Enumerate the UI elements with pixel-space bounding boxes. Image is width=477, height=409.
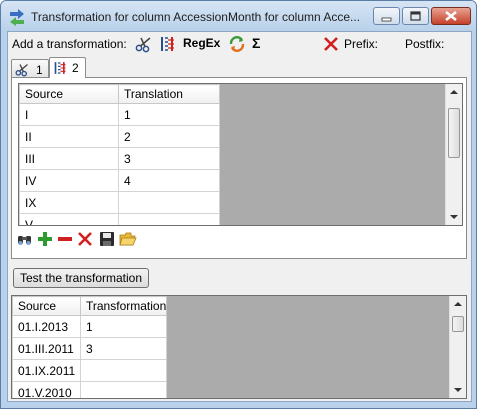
translation-icon	[54, 62, 66, 74]
dialog-window: Transformation for column AccessionMonth…	[0, 0, 477, 409]
scissors-icon[interactable]	[135, 35, 153, 53]
translation-tab-panel: Source Translation I 1 II 2 III 3 IV 4 I…	[11, 77, 467, 259]
scroll-down-arrow-icon[interactable]	[450, 215, 458, 219]
prefix-label: Prefix:	[344, 37, 379, 51]
open-folder-icon[interactable]	[119, 230, 137, 248]
table-row[interactable]: II 2	[19, 125, 220, 148]
source-cell[interactable]: V	[19, 213, 119, 225]
table-row[interactable]: 01.I.2013 1	[12, 315, 168, 338]
sum-button[interactable]: Σ	[252, 35, 260, 51]
postfix-label: Postfix:	[405, 37, 445, 51]
translation-cell[interactable]: 2	[118, 125, 220, 148]
column-header-source[interactable]: Source	[19, 84, 119, 104]
tab-1-label: 1	[36, 63, 43, 77]
translation-grid[interactable]: Source Translation I 1 II 2 III 3 IV 4 I…	[18, 83, 463, 226]
minimize-button[interactable]	[373, 7, 400, 25]
table-row[interactable]: IV 4	[19, 169, 220, 192]
transformation-toolbar: Add a transformation: RegEx Σ Prefix: Po…	[8, 32, 471, 54]
close-button[interactable]	[431, 7, 471, 25]
translation-cell[interactable]: 4	[118, 169, 220, 192]
result-table: Source Transformation 01.I.2013 1 01.III…	[12, 296, 168, 398]
remove-icon[interactable]	[56, 230, 74, 248]
table-row[interactable]: 01.III.2011 3	[12, 337, 168, 360]
translation-cell[interactable]: 3	[118, 147, 220, 170]
close-icon	[445, 10, 457, 22]
add-icon[interactable]	[36, 230, 54, 248]
table-row[interactable]: 01.IX.2011	[12, 359, 168, 382]
translation-icon[interactable]	[159, 35, 177, 53]
table-row[interactable]: IX	[19, 191, 220, 214]
table-row[interactable]: III 3	[19, 147, 220, 170]
grid-tools-bar	[16, 230, 316, 250]
window-title: Transformation for column AccessionMonth…	[31, 10, 361, 24]
scissors-icon	[15, 63, 28, 77]
result-transformation-cell[interactable]: 3	[79, 337, 168, 360]
test-transformation-button[interactable]: Test the transformation	[13, 268, 149, 288]
translation-grid-scrollbar[interactable]	[445, 84, 462, 225]
tab-1[interactable]: 1	[11, 59, 49, 77]
result-transformation-cell[interactable]	[79, 359, 168, 382]
maximize-icon	[410, 11, 421, 21]
translation-cell[interactable]: 1	[118, 103, 220, 126]
result-grid[interactable]: Source Transformation 01.I.2013 1 01.III…	[11, 295, 467, 399]
translation-cell[interactable]	[118, 213, 220, 225]
source-cell[interactable]: III	[19, 147, 119, 170]
table-row[interactable]: 01.V.2010	[12, 381, 168, 398]
table-header-row: Source Transformation	[12, 296, 168, 316]
result-source-cell[interactable]: 01.I.2013	[12, 315, 81, 338]
table-row[interactable]: V	[19, 213, 220, 225]
dialog-client-area: Add a transformation: RegEx Σ Prefix: Po…	[7, 31, 472, 402]
source-cell[interactable]: IV	[19, 169, 119, 192]
column-header-transformation[interactable]: Transformation	[79, 296, 168, 316]
result-grid-scrollbar[interactable]	[449, 296, 466, 398]
find-icon[interactable]	[16, 230, 34, 248]
scroll-thumb[interactable]	[452, 316, 464, 332]
maximize-button[interactable]	[402, 7, 429, 25]
tab-2-label: 2	[72, 61, 79, 75]
scroll-up-arrow-icon[interactable]	[450, 90, 458, 94]
result-transformation-cell[interactable]	[79, 381, 168, 398]
clear-x-icon[interactable]	[322, 35, 340, 53]
delete-icon[interactable]	[76, 230, 94, 248]
result-source-cell[interactable]: 01.IX.2011	[12, 359, 81, 382]
scroll-thumb[interactable]	[448, 108, 460, 158]
scroll-down-arrow-icon[interactable]	[454, 388, 462, 392]
source-cell[interactable]: II	[19, 125, 119, 148]
add-transformation-label: Add a transformation:	[12, 37, 127, 51]
table-header-row: Source Translation	[19, 84, 220, 104]
replace-icon[interactable]	[228, 35, 246, 53]
table-row[interactable]: I 1	[19, 103, 220, 126]
scroll-up-arrow-icon[interactable]	[454, 302, 462, 306]
result-source-cell[interactable]: 01.III.2011	[12, 337, 81, 360]
title-bar[interactable]: Transformation for column AccessionMonth…	[1, 1, 476, 31]
source-cell[interactable]: I	[19, 103, 119, 126]
result-transformation-cell[interactable]: 1	[79, 315, 168, 338]
translation-table: Source Translation I 1 II 2 III 3 IV 4 I…	[19, 84, 220, 225]
column-header-translation[interactable]: Translation	[118, 84, 220, 104]
minimize-icon	[381, 17, 392, 22]
tab-2[interactable]: 2	[49, 57, 86, 78]
column-header-source[interactable]: Source	[12, 296, 81, 316]
transformation-app-icon	[10, 9, 24, 26]
regex-button[interactable]: RegEx	[183, 36, 220, 50]
translation-cell[interactable]	[118, 191, 220, 214]
save-icon[interactable]	[98, 230, 116, 248]
result-source-cell[interactable]: 01.V.2010	[12, 381, 81, 398]
transformation-tabs: 1 2	[11, 57, 471, 78]
source-cell[interactable]: IX	[19, 191, 119, 214]
